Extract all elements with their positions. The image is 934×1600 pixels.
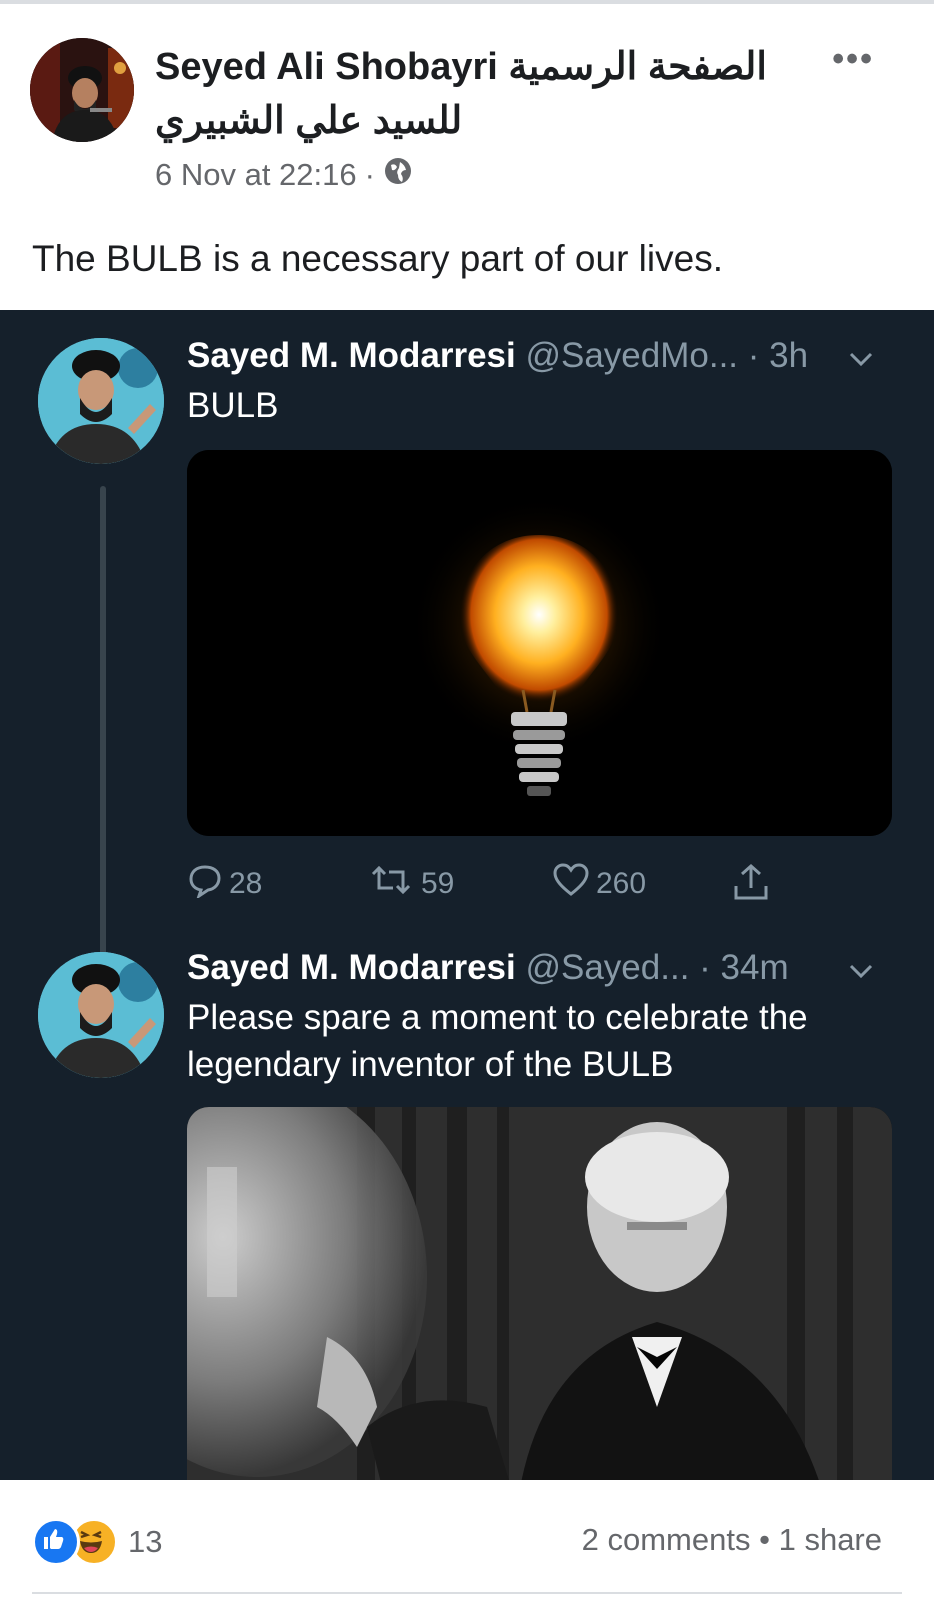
like-reaction-icon [32,1518,80,1566]
tweet-avatar[interactable] [38,338,164,464]
page-name-arabic-2[interactable]: للسيد علي الشبيري [155,100,462,142]
chevron-down-icon[interactable] [848,956,874,987]
tweet-text-line: Please spare a moment to celebrate the [187,998,808,1037]
like-button[interactable]: 260 [552,862,646,906]
page-avatar[interactable] [30,38,134,142]
share-button[interactable] [732,862,770,910]
tweet-handle[interactable]: @SayedMo... [525,336,738,375]
tweet-text: BULB [187,386,279,425]
tweet-actions: 28 59 260 [187,862,827,912]
tweet-time[interactable]: · 3h [748,336,808,375]
reactions-summary[interactable]: 13 [32,1518,162,1566]
shares-link[interactable]: 1 share [779,1522,882,1557]
stats-separator: • [759,1522,770,1557]
tweet-header: Sayed M. Modarresi @Sayed... · 34m [187,948,789,988]
tweet-author-name[interactable]: Sayed M. Modarresi [187,336,516,375]
reply-count: 28 [229,867,263,900]
page-name-arabic-1[interactable]: الصفحة الرسمية [508,46,767,88]
tweet-screenshot[interactable]: Sayed M. Modarresi @SayedMo... · 3h BULB [0,310,934,1480]
post-caption: The BULB is a necessary part of our live… [32,238,723,279]
tweet-time[interactable]: · 34m [699,948,788,987]
post-meta: 6 Nov at 22:16 · [155,156,413,194]
tweet-avatar[interactable] [38,952,164,1078]
reaction-count: 13 [128,1524,163,1559]
engagement-stats: 2 comments • 1 share [582,1522,882,1558]
meta-separator: · [364,157,375,192]
comments-link[interactable]: 2 comments [582,1522,751,1557]
top-divider [0,0,934,4]
more-options-button[interactable]: ••• [832,40,874,79]
tweet-text-line: legendary inventor of the BULB [187,1045,674,1084]
post-timestamp[interactable]: 6 Nov at 22:16 [155,157,357,193]
post-footer: 13 2 comments • 1 share [0,1480,934,1600]
tweet-text: Please spare a moment to celebrate the l… [187,994,808,1088]
share-icon [732,862,770,910]
footer-divider [32,1592,902,1594]
page-name[interactable]: Seyed Ali Shobayri الصفحة الرسمية للسيد … [155,40,815,148]
tweet-image-bulb[interactable] [187,450,892,836]
more-icon: ••• [832,40,874,78]
retweet-icon [367,862,415,906]
retweet-button[interactable]: 59 [367,862,454,906]
tweet-header: Sayed M. Modarresi @SayedMo... · 3h [187,336,808,376]
page-name-latin[interactable]: Seyed Ali Shobayri [155,46,498,88]
tweet-author-name[interactable]: Sayed M. Modarresi [187,948,516,987]
thread-connector [100,486,106,956]
tweet-image-inventor[interactable] [187,1107,892,1480]
heart-icon [552,862,590,906]
like-count: 260 [596,867,647,900]
retweet-count: 59 [421,867,455,900]
reply-icon [187,862,223,906]
globe-icon[interactable] [383,156,413,194]
chevron-down-icon[interactable] [848,344,874,375]
reply-button[interactable]: 28 [187,862,262,906]
tweet-handle[interactable]: @Sayed... [525,948,689,987]
